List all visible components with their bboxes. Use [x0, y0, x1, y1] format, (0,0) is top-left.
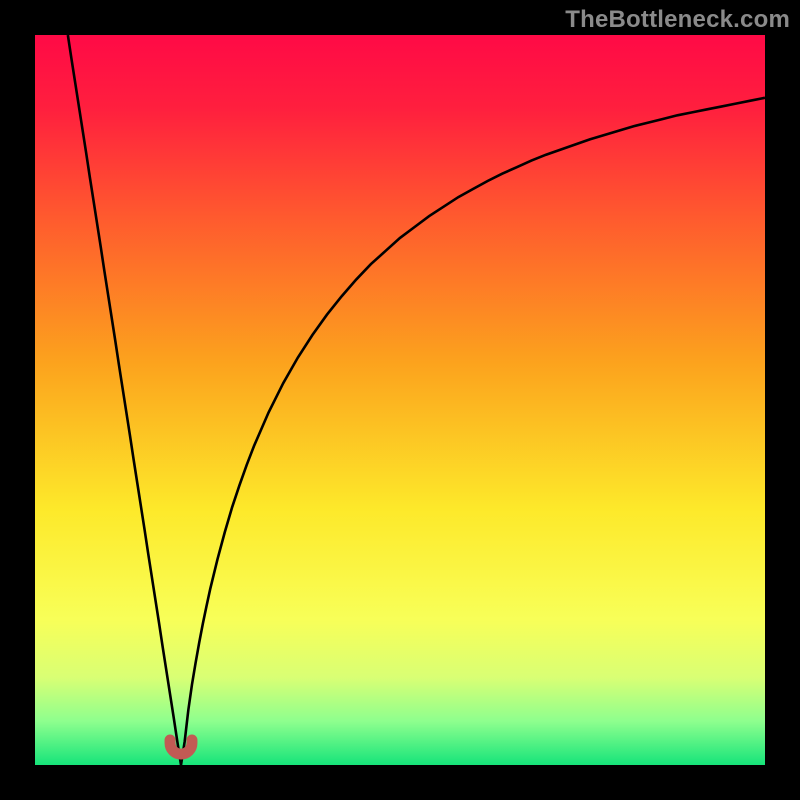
chart-plot-area: [35, 35, 765, 765]
chart-frame: TheBottleneck.com: [0, 0, 800, 800]
watermark-text: TheBottleneck.com: [565, 6, 790, 34]
gradient-background: [35, 35, 765, 765]
bottleneck-chart: [35, 35, 765, 765]
